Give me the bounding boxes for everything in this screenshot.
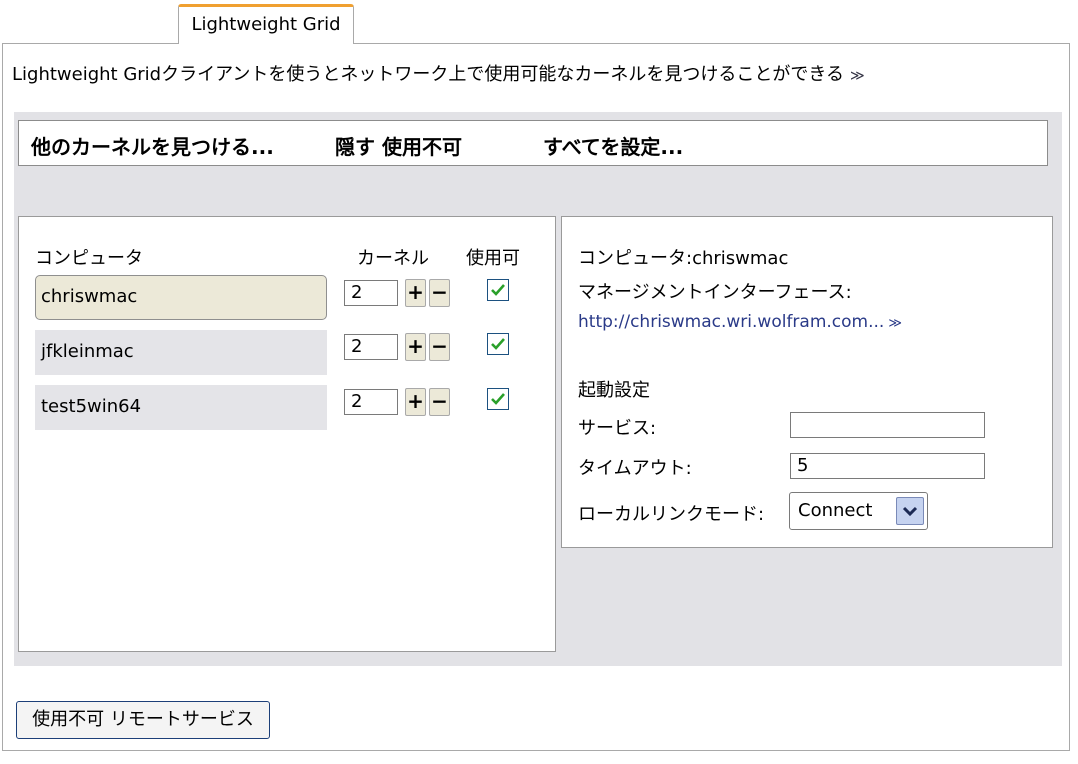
mgmt-url[interactable]: http://chriswmac.wri.wolfram.com... bbox=[578, 312, 884, 332]
timeout-input[interactable]: 5 bbox=[790, 453, 985, 479]
service-input[interactable] bbox=[790, 412, 985, 438]
computer-row-jfkleinmac[interactable]: jfkleinmac bbox=[35, 330, 327, 375]
find-kernels-button[interactable]: 他のカーネルを見つける... bbox=[31, 131, 274, 160]
kernel-count-field[interactable]: 2 bbox=[344, 334, 398, 360]
chevron-down-icon bbox=[902, 506, 918, 517]
increment-button[interactable]: + bbox=[405, 388, 426, 416]
description-more-link[interactable]: ≫ bbox=[850, 68, 865, 84]
detail-computer: コンピュータ:chriswmac bbox=[578, 244, 788, 270]
tab-lightweight-grid[interactable]: Lightweight Grid bbox=[178, 4, 354, 44]
decrement-button[interactable]: − bbox=[429, 279, 450, 307]
mgmt-more-link[interactable]: ≫ bbox=[888, 316, 902, 331]
enabled-checkbox[interactable] bbox=[487, 333, 509, 355]
linkmode-value: Connect bbox=[798, 500, 873, 521]
description-text: Lightweight Gridクライアントを使うとネットワーク上で使用可能なカ… bbox=[12, 64, 845, 85]
linkmode-label: ローカルリンクモード: bbox=[578, 504, 765, 525]
check-icon bbox=[491, 393, 505, 405]
dropdown-button[interactable] bbox=[896, 497, 924, 525]
enabled-checkbox[interactable] bbox=[487, 388, 509, 410]
decrement-button[interactable]: − bbox=[429, 333, 450, 361]
computer-row-chriswmac[interactable]: chriswmac bbox=[35, 275, 327, 320]
column-header-enabled: 使用可 bbox=[466, 248, 520, 269]
computer-name: test5win64 bbox=[41, 396, 142, 417]
startup-settings-title: 起動設定 bbox=[578, 380, 650, 401]
column-header-kernels: カーネル bbox=[357, 248, 429, 269]
check-icon bbox=[491, 338, 505, 350]
hide-disabled-button[interactable]: 隠す 使用不可 bbox=[335, 131, 462, 160]
computer-name: jfkleinmac bbox=[41, 341, 134, 362]
disable-remote-services-button[interactable]: 使用不可 リモートサービス bbox=[16, 701, 270, 739]
detail-computer-value: chriswmac bbox=[692, 248, 789, 269]
enabled-checkbox[interactable] bbox=[487, 279, 509, 301]
detail-computer-label: コンピュータ: bbox=[578, 248, 693, 269]
increment-button[interactable]: + bbox=[405, 279, 426, 307]
decrement-button[interactable]: − bbox=[429, 388, 450, 416]
linkmode-select[interactable]: Connect bbox=[789, 492, 928, 530]
kernel-count-field[interactable]: 2 bbox=[344, 280, 398, 306]
detail-mgmt-label: マネージメントインターフェース: bbox=[578, 282, 852, 303]
check-icon bbox=[491, 284, 505, 296]
increment-button[interactable]: + bbox=[405, 333, 426, 361]
mgmt-interface-link[interactable]: http://chriswmac.wri.wolfram.com... ≫ bbox=[578, 312, 902, 332]
computer-row-test5win64[interactable]: test5win64 bbox=[35, 385, 327, 430]
kernel-count-field[interactable]: 2 bbox=[344, 389, 398, 415]
computer-name: chriswmac bbox=[41, 286, 138, 307]
description: Lightweight Gridクライアントを使うとネットワーク上で使用可能なカ… bbox=[12, 60, 865, 86]
column-header-computer: コンピュータ bbox=[35, 248, 143, 269]
timeout-label: タイムアウト: bbox=[578, 458, 692, 479]
service-label: サービス: bbox=[578, 418, 657, 439]
set-all-button[interactable]: すべてを設定... bbox=[543, 131, 683, 160]
toolbar: 他のカーネルを見つける... 隠す 使用不可 すべてを設定... bbox=[18, 120, 1048, 166]
